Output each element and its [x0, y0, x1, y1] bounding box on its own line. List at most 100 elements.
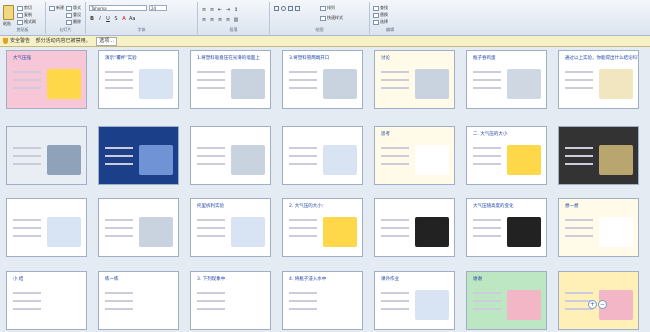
security-options-button[interactable]: 选项... [96, 37, 117, 46]
slide-title: 瓶子吞鸡蛋 [473, 56, 496, 61]
arrow-shape-icon[interactable] [295, 6, 300, 11]
zoom-out-button[interactable]: − [598, 300, 607, 309]
change-case-icon[interactable]: Aa [129, 16, 135, 22]
replace-button[interactable]: 替换 [373, 12, 388, 18]
slide-text-line [13, 235, 41, 237]
format-painter-button[interactable]: 格式刷 [17, 19, 36, 25]
slide-text-line [381, 308, 409, 310]
font-size-select[interactable]: 24 [149, 5, 167, 11]
slide-thumbnail[interactable] [374, 198, 455, 257]
slide-thumbnail[interactable]: 瓶子吞鸡蛋 [466, 50, 547, 109]
slide-picture [139, 69, 173, 99]
decrease-indent-icon[interactable]: ⇤ [217, 7, 223, 13]
slide-picture [323, 69, 357, 99]
find-button[interactable]: 查找 [373, 5, 388, 11]
strikethrough-icon[interactable]: S [113, 16, 119, 22]
slide-thumbnail[interactable]: 二. 大气压的大小 [466, 126, 547, 185]
slide-thumbnail[interactable]: 思考 [374, 126, 455, 185]
arrange-button[interactable]: 排列 [320, 5, 335, 11]
slide-text-line [289, 300, 317, 302]
reset-label: 重设 [73, 12, 81, 17]
slide-text-line [289, 155, 317, 157]
slide-thumbnail[interactable]: 2. 大气压的大小： [282, 198, 363, 257]
new-slide-label: 新建 [56, 5, 64, 10]
slide-thumbnail[interactable]: 谢谢 [466, 271, 547, 330]
line-shape-icon[interactable] [288, 6, 293, 11]
slide-title: 3.将塑料管两端开口 [289, 56, 330, 61]
layout-button[interactable]: 版式 [66, 5, 81, 11]
slide-thumbnail[interactable]: 通过以上实验，你能得出什么结论吗？ [558, 50, 639, 109]
slide-text-line [289, 227, 317, 229]
slide-text-line [473, 147, 501, 149]
slide-text-line [381, 235, 409, 237]
slide-thumbnail[interactable]: 演示“覆杯”实验 [98, 50, 179, 109]
font-group-label: 字体 [137, 27, 146, 32]
slides-group: 新建 版式 重设 删除 幻灯片 [46, 2, 86, 34]
slide-text-line [197, 87, 225, 89]
slide-title: 通过以上实验，你能得出什么结论吗？ [565, 56, 639, 61]
line-spacing-icon[interactable]: ↕ [233, 7, 239, 13]
replace-icon [373, 12, 379, 18]
font-name-select[interactable]: Tahoma [89, 5, 147, 11]
slide-thumbnail[interactable] [98, 126, 179, 185]
bold-icon[interactable]: B [89, 16, 95, 22]
slide-text-line [565, 147, 593, 149]
oval-shape-icon[interactable] [281, 6, 286, 11]
slide-thumbnail[interactable]: 3. 下列现象中 [190, 271, 271, 330]
slide-text-line [105, 300, 133, 302]
slide-thumbnail[interactable]: 想一想 [558, 198, 639, 257]
slide-text-line [565, 235, 593, 237]
ribbon: 粘贴 剪切 复制 格式刷 剪贴板 新建 版式 重设 删除 幻灯片 Tahoma … [0, 0, 650, 36]
slide-thumbnail[interactable] [558, 126, 639, 185]
paste-icon[interactable] [3, 5, 14, 20]
slide-thumbnail[interactable]: 大气压强 [6, 50, 87, 109]
align-left-icon[interactable]: ≡ [201, 17, 207, 23]
slide-thumbnail[interactable]: 大气压随高度的变化 [466, 198, 547, 257]
copy-button[interactable]: 复制 [17, 12, 32, 18]
columns-icon[interactable]: ▥ [233, 17, 239, 23]
slide-thumbnail[interactable] [6, 126, 87, 185]
slide-text-line [105, 235, 133, 237]
slide-thumbnail[interactable] [6, 198, 87, 257]
delete-icon [66, 19, 72, 25]
slide-thumbnail[interactable] [190, 126, 271, 185]
slide-thumbnail[interactable] [282, 126, 363, 185]
slide-thumbnail[interactable]: 课外作业 [374, 271, 455, 330]
security-warning-bar: 安全警告 部分活动内容已被禁用。 选项... [0, 36, 650, 47]
slide-text-line [473, 87, 501, 89]
slide-thumbnail[interactable]: 托里拆利实验 [190, 198, 271, 257]
reset-button[interactable]: 重设 [66, 12, 81, 18]
rectangle-shape-icon[interactable] [274, 6, 279, 11]
justify-icon[interactable]: ≡ [225, 17, 231, 23]
font-color-icon[interactable]: A [121, 16, 127, 22]
shield-icon [3, 37, 8, 44]
slide-thumbnail[interactable]: 4. 将瓶子浸入水中 [282, 271, 363, 330]
zoom-in-button[interactable]: + [588, 300, 597, 309]
slide-thumbnail[interactable]: 练一练 [98, 271, 179, 330]
cut-button[interactable]: 剪切 [17, 5, 32, 11]
increase-indent-icon[interactable]: ⇥ [225, 7, 231, 13]
slide-thumbnail[interactable]: 小 结 [6, 271, 87, 330]
slide-thumbnail[interactable] [98, 198, 179, 257]
italic-icon[interactable]: I [97, 16, 103, 22]
slide-text-line [565, 219, 593, 221]
delete-button[interactable]: 删除 [66, 19, 81, 25]
shapes-gallery[interactable] [273, 6, 301, 13]
slide-thumbnail[interactable]: 1.将塑料吸盘压在光滑的墙面上 [190, 50, 271, 109]
slide-thumbnail[interactable]: 讨论 [374, 50, 455, 109]
slide-thumbnail[interactable]: 3.将塑料管两端开口 [282, 50, 363, 109]
quick-styles-button[interactable]: 快速样式 [320, 15, 343, 21]
new-slide-button[interactable]: 新建 [49, 5, 64, 11]
underline-icon[interactable]: U [105, 16, 111, 22]
slide-text-line [289, 71, 317, 73]
slide-text-line [105, 87, 133, 89]
align-center-icon[interactable]: ≡ [209, 17, 215, 23]
select-button[interactable]: 选择 [373, 19, 388, 25]
bullets-icon[interactable]: ≡ [201, 7, 207, 13]
slide-picture [139, 217, 173, 247]
align-right-icon[interactable]: ≡ [217, 17, 223, 23]
slide-title: 二. 大气压的大小 [473, 132, 508, 137]
numbering-icon[interactable]: ≡ [209, 7, 215, 13]
slide-title: 思考 [381, 132, 390, 137]
slide-text-line [289, 308, 317, 310]
